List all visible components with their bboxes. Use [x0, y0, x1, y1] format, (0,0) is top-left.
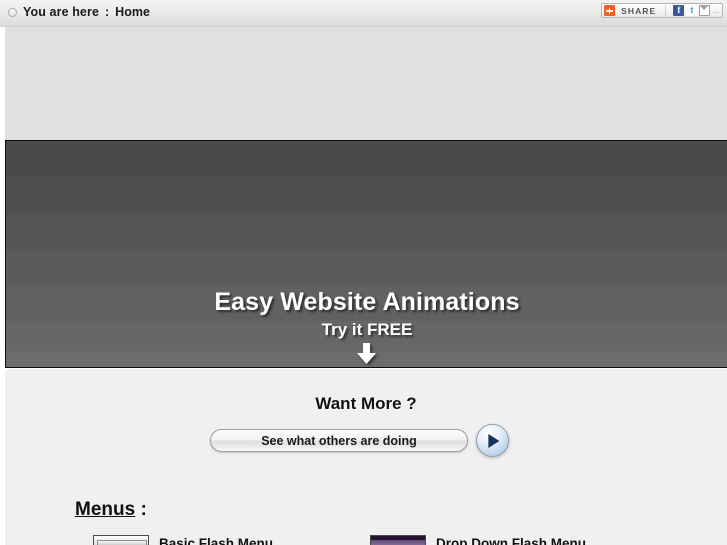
breadcrumb-separator: :: [105, 5, 110, 19]
cta-row: See what others are doing: [210, 424, 509, 457]
share-label: SHARE: [621, 5, 657, 16]
want-more-heading: Want More ?: [315, 394, 417, 413]
page-root: You are here : Home SHARE f t ... Easy W…: [0, 0, 727, 545]
twitter-icon[interactable]: t: [686, 5, 698, 16]
lower-section: Want More ? See what others are doing Me…: [5, 369, 727, 545]
banner-stripe: [6, 141, 727, 177]
play-triangle-glyph: [487, 433, 499, 448]
email-icon[interactable]: [699, 5, 711, 16]
top-bar: You are here : Home SHARE f t ...: [0, 0, 727, 27]
animation-banner: Easy Website Animations Try it FREE Prev…: [5, 140, 727, 368]
circle-bullet-icon: [8, 7, 17, 17]
addthis-share-widget[interactable]: SHARE f t ...: [601, 3, 723, 18]
share-divider: [665, 4, 667, 17]
banner-subtitle: Try it FREE: [321, 320, 413, 339]
menus-heading-word: Menus: [75, 499, 136, 520]
drop-down-flash-menu-thumbnail[interactable]: [370, 535, 426, 545]
share-icon-group: f t ...: [670, 5, 719, 16]
banner-stripe: [6, 213, 727, 249]
menu-item-label[interactable]: Drop Down Flash Menu: [436, 536, 586, 545]
menus-heading: Menus :: [75, 499, 147, 521]
cta-label: See what others are doing: [261, 433, 417, 448]
play-button-icon[interactable]: [476, 424, 509, 457]
facebook-icon[interactable]: f: [673, 5, 685, 16]
breadcrumb-label: You are here: [23, 5, 99, 19]
menu-list-item[interactable]: Drop Down Flash Menu: [370, 535, 586, 545]
see-what-others-are-doing-button[interactable]: See what others are doing: [210, 429, 468, 452]
share-more-icon[interactable]: ...: [712, 5, 719, 16]
banner-stripe: [6, 249, 727, 285]
menu-list-item[interactable]: Basic Flash Menu: [93, 535, 273, 545]
addthis-plus-icon[interactable]: [604, 5, 616, 16]
menus-heading-colon: :: [135, 499, 147, 520]
breadcrumb-current-page[interactable]: Home: [115, 5, 150, 19]
upper-blank-panel: [5, 27, 727, 140]
banner-title: Easy Website Animations: [214, 288, 520, 316]
banner-stripe: [6, 177, 727, 213]
breadcrumb: You are here : Home: [8, 5, 150, 19]
menu-item-label[interactable]: Basic Flash Menu: [159, 536, 273, 545]
down-arrow-icon: [357, 343, 376, 364]
basic-flash-menu-thumbnail[interactable]: [93, 535, 149, 545]
